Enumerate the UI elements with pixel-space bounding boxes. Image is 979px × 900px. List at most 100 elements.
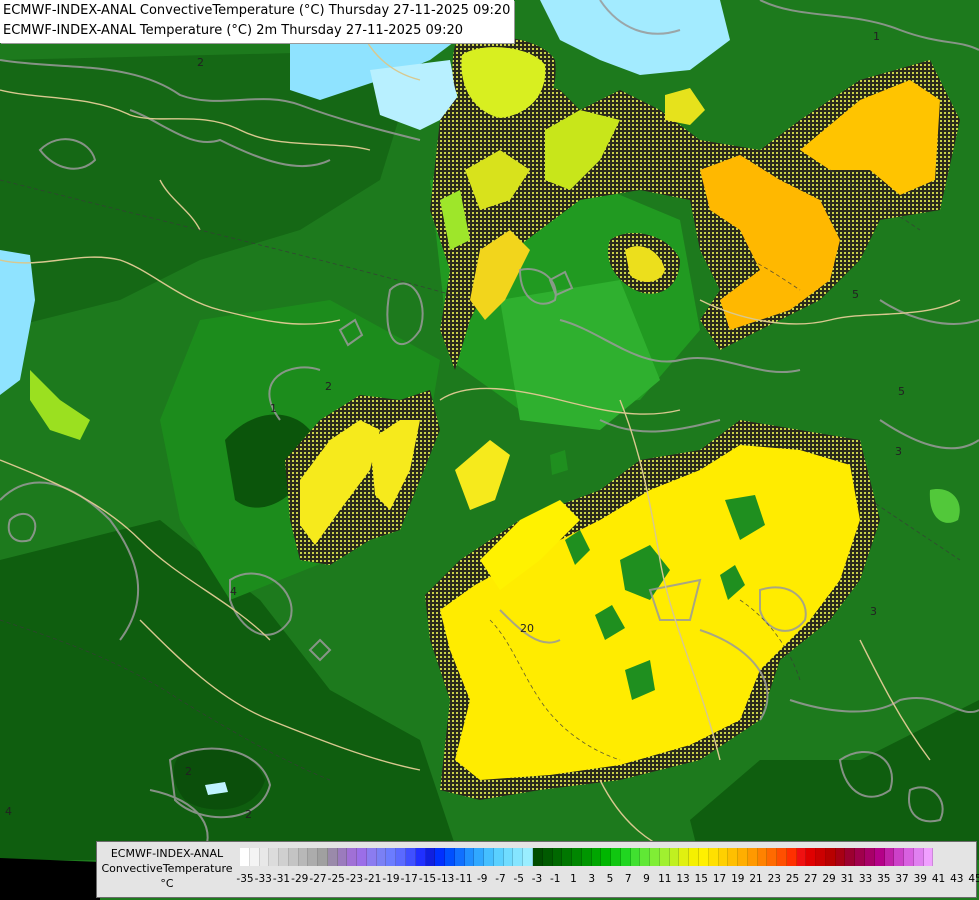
legend-swatch: [718, 848, 729, 866]
legend-tick-label: -21: [364, 873, 382, 885]
legend-tick-label: 23: [767, 873, 781, 885]
legend-title: ECMWF-INDEX-ANAL ConvectiveTemperature °…: [99, 846, 235, 891]
legend-swatch: [728, 848, 739, 866]
legend-swatch: [542, 848, 553, 866]
legend-tick-label: 29: [822, 873, 836, 885]
legend-swatch: [669, 848, 680, 866]
legend-tick-label: -9: [477, 873, 488, 885]
legend-swatch: [659, 848, 670, 866]
legend-tick-label: -33: [254, 873, 272, 885]
contour-label: 3: [870, 605, 877, 618]
legend-tick-label: 19: [731, 873, 745, 885]
legend-tick-label: -19: [382, 873, 400, 885]
legend-swatch: [708, 848, 719, 866]
legend-swatch: [269, 848, 280, 866]
legend-tick-label: -31: [272, 873, 291, 885]
legend-swatch: [835, 848, 846, 866]
contour-label: 5: [852, 288, 859, 301]
legend-unit: °C: [160, 877, 174, 890]
legend-swatch: [240, 848, 250, 866]
legend-tick-label: -23: [345, 873, 364, 885]
legend-swatch: [415, 848, 426, 866]
legend-tick-label: 13: [676, 873, 690, 885]
legend-swatch: [630, 848, 641, 866]
legend-swatch: [679, 848, 690, 866]
legend-tick-label: -15: [418, 873, 437, 885]
legend-swatch: [308, 848, 319, 866]
forecast-map: 2 2 1 2 1 5 5 3 4 3 20 2 4: [0, 0, 979, 900]
contour-label: 1: [270, 402, 277, 415]
legend-swatch: [572, 848, 582, 866]
legend-swatch: [796, 848, 807, 866]
header-line-2: ECMWF-INDEX-ANAL Temperature (°C) 2m Thu…: [3, 23, 463, 38]
legend-swatch: [298, 848, 309, 866]
legend-swatch: [396, 848, 407, 866]
map-header: ECMWF-INDEX-ANAL ConvectiveTemperature (…: [0, 0, 515, 43]
legend-tick-label: -3: [531, 873, 543, 885]
legend-swatch: [435, 848, 446, 866]
legend-tick-label: 15: [694, 873, 708, 885]
legend-swatch: [445, 848, 455, 866]
legend-swatch: [523, 848, 533, 866]
contour-label: 4: [5, 805, 12, 818]
legend-swatches: [240, 848, 934, 866]
legend-tick-label: 9: [643, 873, 650, 885]
legend-tick-label: 11: [658, 873, 672, 885]
legend-swatch: [474, 848, 485, 866]
legend-tick-label: 43: [950, 873, 964, 885]
legend-swatch: [640, 848, 651, 866]
legend-swatch: [601, 848, 612, 866]
legend-tick-label: -7: [495, 873, 506, 885]
contour-label: 4: [230, 585, 237, 598]
legend-swatch: [406, 848, 416, 866]
contour-label: 1: [873, 30, 880, 43]
legend-tick-label: -27: [309, 873, 327, 885]
legend-ticks: -35 -33 -31 -29 -27 -25 -23 -21 -19 -17 -15 -13 -11-…: [236, 873, 979, 887]
legend-swatch: [376, 848, 387, 866]
legend-tick-label: 41: [931, 873, 946, 885]
legend-swatch: [611, 848, 621, 866]
legend-swatch: [845, 848, 856, 866]
legend-tick-label: -35: [236, 873, 254, 885]
legend-swatch: [357, 848, 367, 866]
legend-tick-label: 7: [624, 873, 632, 885]
legend-swatch: [513, 848, 524, 866]
legend-swatch: [865, 848, 875, 866]
legend-tick-label: -25: [327, 873, 345, 885]
legend-swatch: [777, 848, 787, 866]
contour-label: 2: [325, 380, 332, 393]
header-line-1: ECMWF-INDEX-ANAL ConvectiveTemperature (…: [3, 3, 511, 18]
legend-tick-label: 21: [749, 873, 763, 885]
legend-swatch: [689, 848, 699, 866]
legend-tick-label: -5: [513, 873, 524, 885]
legend-swatch: [347, 848, 358, 866]
legend-swatch: [503, 848, 514, 866]
legend-tick-label: -13: [437, 873, 455, 885]
legend-swatch: [259, 848, 270, 866]
legend-tick-label: -29: [291, 873, 309, 885]
contour-label: 5: [898, 385, 905, 398]
legend-tick-label: 3: [588, 873, 596, 885]
contour-label: 20: [520, 622, 534, 635]
legend-swatch: [738, 848, 748, 866]
legend-tick-label: 45: [968, 873, 979, 885]
legend-tick-label: -11: [455, 873, 473, 885]
legend-swatch: [923, 848, 934, 866]
contour-label: 2: [197, 56, 204, 69]
legend-tick-label: 27: [804, 873, 818, 885]
legend-tick-label: -1: [550, 873, 561, 885]
legend-swatch: [249, 848, 260, 866]
legend-title-line-1: ECMWF-INDEX-ANAL: [110, 847, 224, 860]
legend-tick-label: 17: [712, 873, 727, 885]
legend-swatch: [816, 848, 826, 866]
legend-swatch: [279, 848, 289, 866]
legend-tick-label: 5: [606, 873, 614, 885]
legend-tick-label: 25: [785, 873, 800, 885]
legend-tick-label: 39: [913, 873, 927, 885]
legend-swatch: [894, 848, 905, 866]
legend-swatch: [366, 848, 377, 866]
legend-tick-label: 33: [858, 873, 873, 885]
legend-swatch: [874, 848, 885, 866]
legend-swatch: [454, 848, 465, 866]
legend-tick-label: 31: [840, 873, 854, 885]
